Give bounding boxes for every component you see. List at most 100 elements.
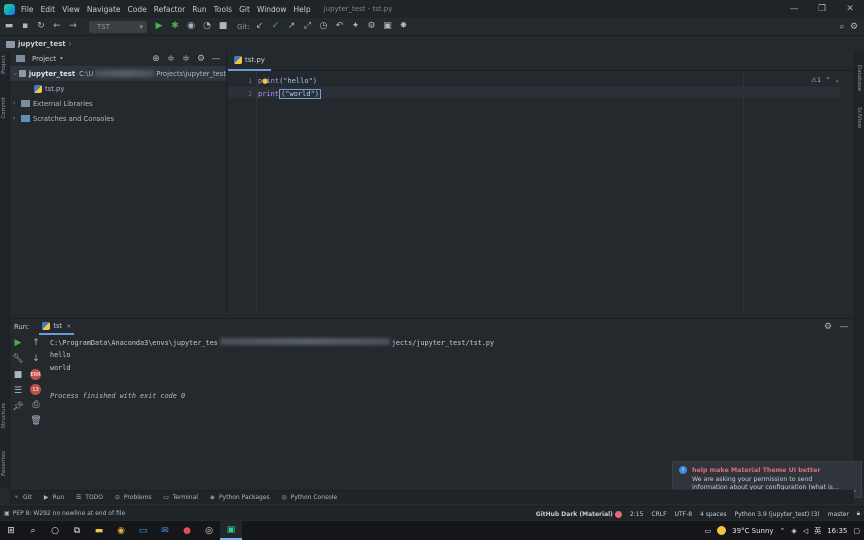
sync-icon[interactable]: ↻ — [35, 21, 47, 33]
open-folder-icon[interactable]: ▬ — [3, 21, 15, 33]
hide-icon[interactable]: — — [210, 53, 222, 65]
git-commit-icon[interactable]: ✓ — [269, 21, 281, 33]
file-explorer-icon[interactable]: ▬ — [88, 521, 110, 540]
git-update-icon[interactable]: ↙ — [253, 21, 265, 33]
run-tab-tst[interactable]: tst ✕ — [39, 319, 75, 335]
tool-tab-run[interactable]: ▶ Run — [42, 493, 64, 502]
sciview-side-tab[interactable]: SciView — [856, 107, 862, 128]
menu-view[interactable]: View — [62, 5, 80, 14]
tool-tab-python-packages[interactable]: ◈ Python Packages — [208, 493, 270, 502]
structure-side-tab[interactable]: Structure — [1, 403, 7, 429]
run-config-select[interactable]: TST ▾ — [89, 20, 147, 33]
favorites-side-tab[interactable]: Favorites — [1, 451, 7, 476]
weather-text[interactable]: 39°C Sunny — [732, 527, 773, 535]
status-position[interactable]: 2:15 — [630, 511, 643, 518]
chevron-down-icon[interactable]: ▾ — [60, 55, 63, 62]
layout-icon[interactable]: ▣ — [381, 21, 393, 33]
layout-icon[interactable]: ▣ — [4, 510, 10, 517]
menu-window[interactable]: Window — [257, 5, 287, 14]
menu-file[interactable]: File — [21, 5, 34, 14]
tool-tab-terminal[interactable]: ▭ Terminal — [162, 493, 198, 502]
layout-icon[interactable]: ☰ — [12, 385, 24, 397]
mail-icon[interactable]: ✉ — [154, 521, 176, 540]
menu-help[interactable]: Help — [294, 5, 311, 14]
save-icon[interactable]: ▪ — [19, 21, 31, 33]
collapse-all-icon[interactable]: ≑ — [165, 53, 177, 65]
git-push-icon[interactable]: ↗ — [285, 21, 297, 33]
status-line-ending[interactable]: CRLF — [651, 511, 666, 518]
pin-icon[interactable]: 📌︎ — [12, 401, 24, 413]
warning-count[interactable]: ⚠1 — [811, 76, 821, 84]
ime-icon[interactable]: 英 — [814, 526, 821, 536]
commit-side-tab[interactable]: Commit — [1, 97, 7, 119]
tree-root-row[interactable]: ⌄ jupyter_test C:\U Projects\jupyter_tes… — [10, 66, 226, 81]
back-icon[interactable]: ← — [51, 21, 63, 33]
project-view-label[interactable]: Project — [32, 55, 56, 63]
status-branch[interactable]: master — [828, 511, 849, 518]
menu-edit[interactable]: Edit — [41, 5, 56, 14]
windows-start-icon[interactable]: ⊞ — [0, 521, 22, 540]
locate-icon[interactable]: ⊕ — [150, 53, 162, 65]
git-compare-icon[interactable]: ⤢ — [301, 21, 313, 33]
tree-item-scratches[interactable]: › Scratches and Consoles — [10, 111, 226, 126]
rerun-icon[interactable]: ▶ — [12, 337, 24, 349]
tool-tab-python-console[interactable]: ◎ Python Console — [280, 493, 338, 502]
menu-run[interactable]: Run — [192, 5, 206, 14]
notifications-icon[interactable]: ▢ — [853, 527, 860, 535]
down-icon[interactable]: ↓ — [30, 353, 42, 365]
prev-highlight-icon[interactable]: ⌃ — [825, 76, 830, 84]
battery-icon[interactable]: ▭ — [704, 527, 711, 535]
breadcrumb-project[interactable]: jupyter_test — [18, 40, 66, 48]
search-icon[interactable]: ⌕ — [22, 521, 44, 540]
badge-error[interactable]: ERR — [30, 369, 41, 380]
chevron-up-icon[interactable]: ⌃ — [780, 527, 786, 535]
lock-icon[interactable]: 🔒︎ — [857, 510, 860, 518]
menu-git[interactable]: Git — [239, 5, 250, 14]
tree-item-external-libraries[interactable]: › External Libraries — [10, 96, 226, 111]
debug-icon[interactable]: ✱ — [169, 21, 181, 33]
minimize-button[interactable]: — — [780, 4, 808, 14]
app-icon[interactable]: ▭ — [132, 521, 154, 540]
status-encoding[interactable]: UTF-8 — [675, 511, 693, 518]
chevron-right-icon[interactable]: › — [13, 100, 21, 107]
up-icon[interactable]: ↑ — [30, 337, 42, 349]
menu-tools[interactable]: Tools — [214, 5, 232, 14]
pycharm-taskbar-icon[interactable]: ▣ — [220, 521, 242, 540]
status-theme[interactable]: GitHub Dark (Material) — [536, 511, 613, 518]
tree-item-tst-py[interactable]: tst.py — [10, 81, 226, 96]
database-side-tab[interactable]: Database — [856, 65, 862, 91]
task-view-icon[interactable]: ⧉ — [66, 521, 88, 540]
clock[interactable]: 16:35 — [827, 527, 847, 535]
tool-tab-todo[interactable]: ☰ TODO — [74, 493, 103, 502]
editor-tab-tst-py[interactable]: tst.py — [228, 51, 271, 71]
print-icon[interactable]: ⎙ — [30, 399, 42, 411]
network-icon[interactable]: ◈ — [791, 527, 796, 535]
hide-icon[interactable]: — — [838, 321, 850, 333]
gear-icon[interactable]: ⚙ — [848, 21, 860, 33]
menu-code[interactable]: Code — [128, 5, 147, 14]
menu-refactor[interactable]: Refactor — [154, 5, 185, 14]
menu-navigate[interactable]: Navigate — [87, 5, 121, 14]
obs-icon[interactable]: ◎ — [198, 521, 220, 540]
stop-icon[interactable]: ■ — [12, 369, 24, 381]
expand-all-icon[interactable]: ≑ — [180, 53, 192, 65]
trash-icon[interactable]: 🗑︎ — [30, 415, 42, 427]
stop-icon[interactable]: ■ — [217, 21, 229, 33]
chrome-icon[interactable]: ◉ — [110, 521, 132, 540]
search-icon[interactable]: ⌕ — [836, 21, 848, 33]
rollback-icon[interactable]: ↶ — [333, 21, 345, 33]
settings-structure-icon[interactable]: ⚙ — [365, 21, 377, 33]
assistant-icon[interactable]: ✸ — [397, 21, 409, 33]
status-indent[interactable]: 4 spaces — [700, 511, 726, 518]
code-line-2[interactable]: print ("world") — [258, 89, 322, 99]
wrench-icon[interactable]: 🔧︎ — [12, 353, 24, 365]
badge-count[interactable]: 13 — [30, 384, 41, 395]
project-side-tab[interactable]: Project — [1, 55, 7, 74]
history-icon[interactable]: ◷ — [317, 21, 329, 33]
profile-icon[interactable]: ◔ — [201, 21, 213, 33]
lightbulb-icon[interactable]: ● — [262, 77, 268, 85]
plugin-icon[interactable]: ✦ — [349, 21, 361, 33]
chevron-right-icon[interactable]: › — [13, 115, 21, 122]
status-message[interactable]: PEP 8: W292 no newline at end of file — [13, 510, 125, 517]
close-button[interactable]: ✕ — [836, 4, 864, 14]
